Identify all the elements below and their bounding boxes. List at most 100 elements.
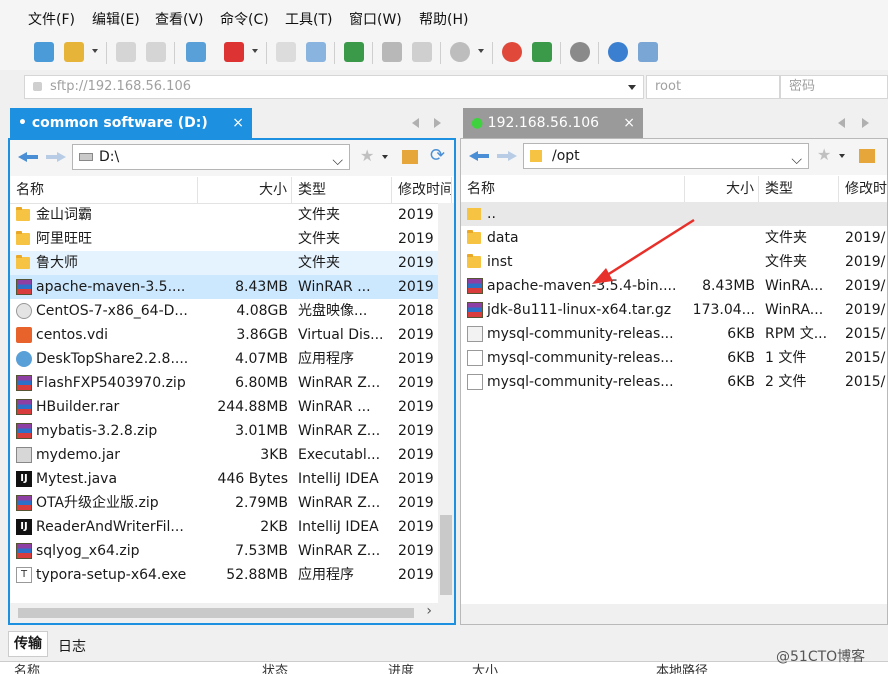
file-row[interactable]: inst 文件夹 2019/ — [461, 250, 887, 274]
sftp-icon[interactable] — [532, 42, 552, 62]
tab-remote-host[interactable]: ● 192.168.56.106 × — [463, 108, 643, 138]
menu-edit[interactable]: 编辑(E) — [92, 9, 140, 29]
copy-icon[interactable] — [412, 42, 432, 62]
chevron-left-icon[interactable] — [412, 118, 419, 128]
chat-icon[interactable] — [638, 42, 658, 62]
file-row[interactable]: HBuilder.rar 244.88MB WinRAR ... 2019 — [10, 395, 454, 419]
new-session-icon[interactable] — [34, 42, 54, 62]
queue-column-size[interactable]: 大小 — [472, 662, 498, 674]
file-row[interactable]: CentOS-7-x86_64-D... 4.08GB 光盘映像... 2018 — [10, 299, 454, 323]
file-row[interactable]: apache-maven-3.5.4-bin.... 8.43MB WinRA...… — [461, 274, 887, 298]
chevron-left-icon[interactable] — [838, 118, 845, 128]
column-modified[interactable]: 修改时间 — [392, 177, 452, 203]
forward-arrow-icon[interactable] — [46, 152, 66, 162]
menu-window[interactable]: 窗口(W) — [349, 9, 402, 29]
local-horizontal-scrollbar[interactable]: › — [10, 603, 454, 623]
settings-window-icon[interactable] — [186, 42, 206, 62]
remote-path-combo[interactable]: /opt ⌵ — [523, 143, 809, 169]
username-field[interactable]: root — [646, 75, 780, 99]
file-row[interactable]: 金山词霸 文件夹 2019 — [10, 203, 454, 227]
queue-column-status[interactable]: 状态 — [262, 662, 288, 674]
file-row[interactable]: mybatis-3.2.8.zip 3.01MB WinRAR Z... 2019 — [10, 419, 454, 443]
column-type[interactable]: 类型 — [759, 176, 839, 202]
tab-transfer[interactable]: 传输 — [8, 631, 48, 657]
scroll-right-arrow-icon[interactable]: › — [426, 603, 432, 619]
file-row[interactable]: Ttypora-setup-x64.exe 52.88MB 应用程序 2019 — [10, 563, 454, 587]
file-row[interactable]: centos.vdi 3.86GB Virtual Dis... 2019 — [10, 323, 454, 347]
shell-icon[interactable] — [502, 42, 522, 62]
local-vertical-scrollbar[interactable] — [438, 203, 454, 603]
password-field[interactable]: 密码 — [780, 75, 888, 99]
chevron-down-icon[interactable]: ⌵ — [332, 149, 343, 173]
column-size[interactable]: 大小 — [198, 177, 292, 203]
chevron-down-icon[interactable] — [839, 154, 845, 158]
file-row[interactable]: DeskTopShare2.2.8.... 4.07MB 应用程序 2019 — [10, 347, 454, 371]
queue-column-progress[interactable]: 进度 — [388, 662, 414, 674]
file-row[interactable]: sqlyog_x64.zip 7.53MB WinRAR Z... 2019 — [10, 539, 454, 563]
file-row[interactable]: mysql-community-releas... 6KB 1 文件 2015/ — [461, 346, 887, 370]
file-row[interactable]: 阿里旺旺 文件夹 2019 — [10, 227, 454, 251]
column-name[interactable]: 名称 — [10, 177, 198, 203]
menu-tools[interactable]: 工具(T) — [285, 9, 332, 29]
file-row[interactable]: IJ Mytest.java 446 Bytes IntelliJ IDEA 2019 — [10, 467, 454, 491]
file-row[interactable]: FlashFXP5403970.zip 6.80MB WinRAR Z... 2019 — [10, 371, 454, 395]
transfer-icon[interactable] — [344, 42, 364, 62]
home-folder-icon[interactable] — [859, 149, 875, 163]
file-row[interactable]: mysql-community-releas... 6KB 2 文件 2015/ — [461, 370, 887, 394]
open-folder-icon[interactable] — [64, 42, 84, 62]
queue-column-name[interactable]: 名称 — [14, 662, 40, 674]
file-size: 6KB — [727, 326, 755, 342]
chevron-down-icon[interactable] — [92, 49, 98, 53]
gear-icon[interactable] — [570, 42, 590, 62]
file-row[interactable]: .. — [461, 202, 887, 226]
bookmark-star-icon[interactable]: ★ — [360, 146, 374, 165]
file-row[interactable]: IJ ReaderAndWriterFil... 2KB IntelliJ IDEA 2… — [10, 515, 454, 539]
play-icon[interactable] — [224, 42, 244, 62]
stop-icon[interactable] — [450, 42, 470, 62]
document-icon[interactable] — [276, 42, 296, 62]
menu-file[interactable]: 文件(F) — [28, 9, 75, 29]
close-icon[interactable]: × — [623, 108, 635, 138]
file-row[interactable]: jdk-8u111-linux-x64.tar.gz 173.04... WinRA… — [461, 298, 887, 322]
tab-log[interactable]: 日志 — [58, 636, 86, 656]
refresh-icon[interactable]: ⟳ — [430, 145, 445, 166]
file-row[interactable]: mydemo.jar 3KB Executabl... 2019 — [10, 443, 454, 467]
menu-view[interactable]: 查看(V) — [155, 9, 204, 29]
menu-help[interactable]: 帮助(H) — [419, 9, 468, 29]
chevron-right-icon[interactable] — [434, 118, 441, 128]
file-row[interactable]: data 文件夹 2019/ — [461, 226, 887, 250]
file-row[interactable]: 鲁大师 文件夹 2019 — [10, 251, 454, 275]
scroll-thumb[interactable] — [440, 515, 452, 595]
queue-column-local-path[interactable]: 本地路径 — [656, 662, 708, 674]
scroll-thumb[interactable] — [18, 608, 414, 618]
chevron-down-icon[interactable]: ⌵ — [791, 148, 802, 172]
column-size[interactable]: 大小 — [685, 176, 759, 202]
file-row[interactable]: OTA升级企业版.zip 2.79MB WinRAR Z... 2019 — [10, 491, 454, 515]
chevron-down-icon[interactable] — [252, 49, 258, 53]
column-modified[interactable]: 修改时间 — [839, 176, 887, 202]
chevron-down-icon[interactable] — [382, 155, 388, 159]
chevron-down-icon[interactable] — [628, 85, 636, 90]
print-icon[interactable] — [382, 42, 402, 62]
help-icon[interactable] — [608, 42, 628, 62]
column-name[interactable]: 名称 — [461, 176, 685, 202]
remote-horizontal-scrollbar[interactable] — [461, 604, 887, 624]
tab-local-drive[interactable]: • common software (D:) × — [10, 108, 252, 138]
connect-icon[interactable] — [116, 42, 136, 62]
forward-arrow-icon[interactable] — [497, 151, 517, 161]
chevron-right-icon[interactable] — [862, 118, 869, 128]
local-path-combo[interactable]: D:\ ⌵ — [72, 144, 350, 170]
column-type[interactable]: 类型 — [292, 177, 392, 203]
chevron-down-icon[interactable] — [478, 49, 484, 53]
close-icon[interactable]: × — [232, 108, 244, 138]
back-arrow-icon[interactable] — [469, 151, 489, 161]
file-row[interactable]: mysql-community-releas... 6KB RPM 文... 2015… — [461, 322, 887, 346]
disconnect-icon[interactable] — [146, 42, 166, 62]
import-icon[interactable] — [306, 42, 326, 62]
home-folder-icon[interactable] — [402, 150, 418, 164]
back-arrow-icon[interactable] — [18, 152, 38, 162]
menu-command[interactable]: 命令(C) — [220, 9, 269, 29]
bookmark-star-icon[interactable]: ★ — [817, 145, 831, 164]
host-field[interactable]: sftp://192.168.56.106 — [24, 75, 644, 99]
file-row[interactable]: apache-maven-3.5.... 8.43MB WinRAR ... 2019 — [10, 275, 454, 299]
